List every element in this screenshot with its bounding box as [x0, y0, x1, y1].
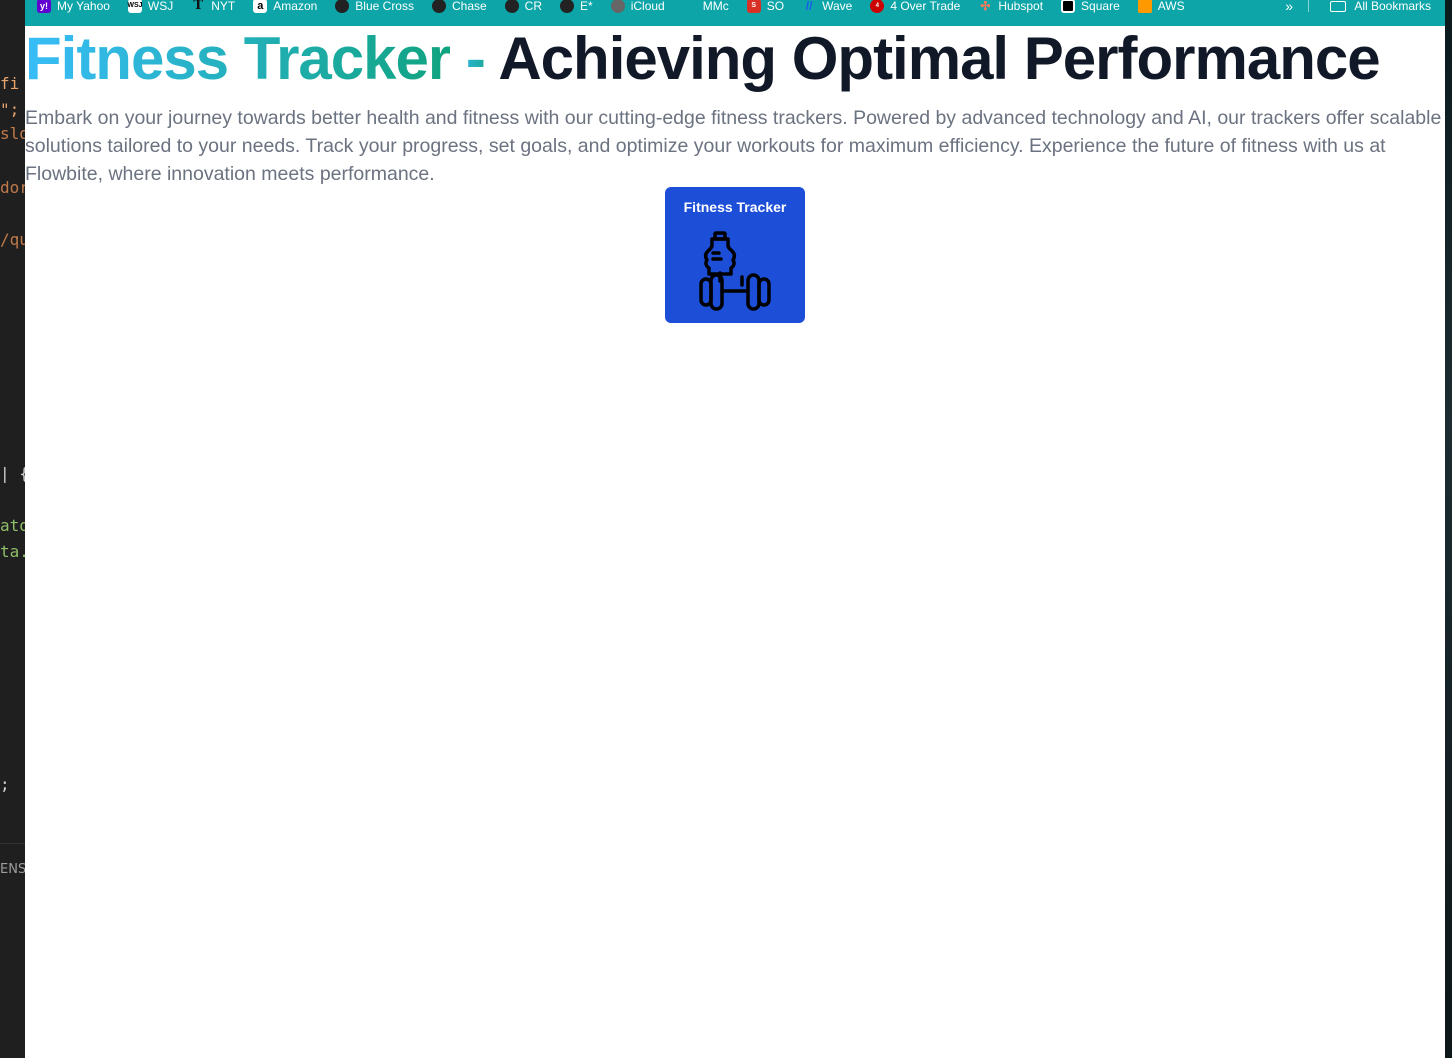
bookmark-label: SO [766, 0, 785, 13]
bookmark-so[interactable]: S SO [746, 0, 785, 13]
bookmarks-divider [1308, 0, 1309, 12]
hero-description: Embark on your journey towards better he… [25, 107, 1442, 185]
bookmark-nyt[interactable]: T NYT [191, 0, 236, 13]
all-bookmarks-button[interactable]: All Bookmarks [1330, 0, 1431, 13]
aws-icon [1137, 0, 1152, 13]
bookmark-label: Square [1081, 0, 1120, 13]
so-icon: S [746, 0, 761, 13]
panel-tab-label: ENS [0, 862, 25, 877]
bookmark-my-yahoo[interactable]: y! My Yahoo [37, 0, 110, 13]
water-bottle-dumbbell-icon [699, 231, 771, 311]
bookmark-label: Blue Cross [355, 0, 414, 13]
globe-icon [431, 0, 446, 13]
bookmark-label: Wave [822, 0, 853, 13]
hubspot-icon: ✣ [980, 0, 991, 13]
bookmark-label: My Yahoo [57, 0, 110, 13]
bookmark-chase[interactable]: Chase [431, 0, 487, 13]
bookmark-aws[interactable]: AWS [1137, 0, 1185, 13]
tile-label: Fitness Tracker [683, 199, 787, 215]
bookmark-icloud[interactable]: iCloud [610, 0, 665, 13]
bookmark-blue-cross[interactable]: Blue Cross [335, 0, 414, 13]
bookmark-label: CR [524, 0, 543, 13]
bookmark-label: WSJ [147, 0, 174, 13]
folder-icon [1330, 0, 1347, 12]
code-line: dor [0, 178, 25, 197]
bookmark-label: NYT [211, 0, 236, 13]
code-line: slo [0, 124, 25, 143]
code-line: "; [0, 100, 20, 119]
title-rest: Achieving Optimal Performance [498, 25, 1380, 92]
globe-icon [504, 0, 519, 13]
bookmarks-bar: y! My Yahoo WSJ WSJ T NYT a Amazon Blue … [25, 0, 1445, 26]
page-title: Fitness Tracker - Achieving Optimal Perf… [25, 25, 1381, 92]
bookmark-hubspot[interactable]: ✣ Hubspot [978, 0, 1044, 13]
bookmark-wave[interactable]: // Wave [802, 0, 853, 13]
bookmark-label: Chase [451, 0, 487, 13]
code-line: ta. [0, 542, 25, 561]
panel-divider [0, 843, 25, 844]
wsj-icon: WSJ [127, 0, 143, 13]
background-editor-strip: fi "; slo dor /qu | { ato ta. ; ENS [0, 0, 25, 1058]
bookmark-amazon[interactable]: a Amazon [253, 0, 318, 13]
bookmark-square[interactable]: Square [1061, 0, 1120, 13]
nyt-icon: T [193, 0, 204, 13]
bookmark-label: iCloud [630, 0, 665, 13]
yahoo-icon: y! [37, 0, 51, 13]
title-dash: - [450, 25, 499, 92]
code-line: ; [0, 775, 10, 794]
title-highlight: Fitness Tracker [25, 25, 451, 92]
bookmark-4-over-trade[interactable]: 4 4 Over Trade [870, 0, 961, 13]
desktop-background-strip [1445, 0, 1452, 1058]
bookmark-wsj[interactable]: WSJ WSJ [127, 0, 174, 13]
code-line: fi [0, 74, 20, 93]
page-content: Fitness Tracker - Achieving Optimal Perf… [25, 26, 1445, 1058]
code-line: | { [0, 464, 25, 483]
square-icon [1061, 0, 1076, 13]
bookmark-cr[interactable]: CR [504, 0, 543, 13]
bookmark-mmc[interactable]: MMc [683, 0, 729, 13]
bookmark-label: 4 Over Trade [890, 0, 961, 13]
wave-icon: // [805, 0, 813, 13]
bookmarks-overflow-chevron-icon[interactable]: » [1285, 0, 1293, 14]
fitness-tracker-tile[interactable]: Fitness Tracker [665, 187, 805, 323]
bookmark-label: Amazon [273, 0, 318, 13]
blank-icon [683, 0, 697, 13]
code-line: ato [0, 516, 25, 535]
apple-icon [610, 0, 625, 13]
bookmark-label: MMc [702, 0, 729, 13]
bookmark-label: AWS [1157, 0, 1185, 13]
bookmark-label: Hubspot [998, 0, 1044, 13]
bookmark-etrade[interactable]: E* [560, 0, 593, 13]
globe-icon [560, 0, 575, 13]
code-line: /qu [0, 230, 25, 249]
globe-icon [335, 0, 350, 13]
bookmark-label: E* [580, 0, 593, 13]
4over-icon: 4 [870, 0, 885, 13]
amazon-icon: a [253, 0, 268, 13]
all-bookmarks-label: All Bookmarks [1354, 0, 1431, 13]
